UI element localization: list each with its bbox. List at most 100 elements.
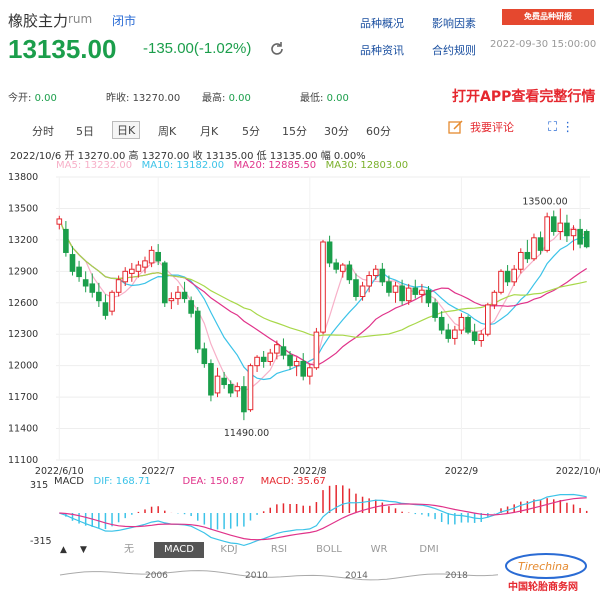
candle-body	[221, 377, 227, 386]
y-tick-label: 12000	[8, 361, 38, 372]
candle-body	[181, 291, 188, 300]
candle-body	[366, 275, 372, 287]
x-tick-label: 2022/10/6	[556, 466, 600, 477]
candle-body	[399, 285, 405, 302]
svg-text:Tirechina: Tirechina	[518, 560, 569, 573]
x-tick-label: 2022/9	[445, 466, 478, 477]
candle-body	[254, 356, 260, 367]
candle-body	[274, 344, 280, 354]
candle-body	[194, 310, 201, 350]
candle-body	[544, 216, 550, 251]
candle-body	[498, 270, 504, 293]
candle-body	[293, 360, 300, 367]
candle-body	[419, 289, 425, 295]
candle-body	[168, 298, 175, 302]
candle-body	[478, 333, 485, 342]
candle-body	[517, 251, 524, 270]
candle-body	[465, 316, 471, 333]
candle-body	[102, 302, 109, 316]
indicator-tabs: 无 MACD KDJ RSI BOLL WR DMI	[104, 542, 454, 558]
candle-body	[63, 228, 69, 253]
candle-body	[564, 222, 570, 237]
candle-body	[445, 329, 452, 339]
candle-body	[214, 375, 221, 394]
candle-body	[155, 251, 161, 262]
candle-body	[379, 268, 386, 283]
timeline-sparkline	[59, 569, 550, 581]
candle-body	[392, 285, 399, 293]
logo-text: 中国轮胎商务网	[508, 582, 578, 593]
candle-body	[452, 329, 458, 339]
y-tick-label: 12600	[8, 298, 38, 309]
candle-body	[82, 279, 89, 287]
candle-body	[148, 249, 155, 264]
candle-body	[485, 304, 491, 335]
candle-body	[524, 251, 531, 260]
macd-y-tick: 315	[30, 480, 48, 491]
candle-body	[577, 228, 583, 245]
macd-title: MACD	[54, 476, 84, 487]
candle-body	[412, 287, 419, 295]
candle-body	[188, 300, 194, 314]
site-logo: Tirechina 中国轮胎商务网	[498, 550, 596, 596]
y-tick-label: 13200	[8, 235, 38, 246]
macd-legend: MACD DIF: 168.71 DEA: 150.87 MACD: 35.67	[54, 476, 326, 487]
candle-body	[531, 237, 537, 260]
dea-label: DEA: 150.87	[182, 476, 245, 487]
candle-body	[109, 291, 115, 312]
candle-body	[372, 268, 379, 277]
ind-none[interactable]: 无	[104, 542, 154, 558]
kline-chart[interactable]: 13800 13500 13200 12900 12600 12300 12000 11700…	[0, 0, 600, 598]
candle-body	[227, 384, 234, 394]
candle-body	[320, 241, 326, 333]
max-price-label: 13500.00	[522, 196, 567, 207]
candle-body	[333, 262, 339, 270]
candle-body	[359, 285, 366, 297]
y-tick-label: 13800	[8, 172, 38, 183]
candle-body	[267, 352, 274, 362]
candle-body	[135, 264, 142, 272]
candle-body	[175, 291, 181, 300]
timeline-year: 2014	[345, 571, 368, 581]
y-tick-label: 11400	[8, 424, 38, 435]
timeline-year: 2006	[145, 571, 168, 581]
candle-body	[313, 331, 320, 369]
candle-body	[307, 367, 313, 377]
candle-body	[300, 360, 307, 377]
candle-body	[346, 264, 353, 281]
y-tick-label: 13500	[8, 203, 38, 214]
candle-body	[115, 279, 122, 293]
candle-body	[557, 222, 564, 233]
candle-body	[570, 228, 577, 237]
candle-body	[425, 289, 432, 304]
candle-body	[234, 386, 241, 392]
ind-rsi[interactable]: RSI	[254, 542, 304, 558]
ind-macd[interactable]: MACD	[154, 542, 204, 558]
candle-body	[287, 354, 293, 367]
candle-body	[161, 262, 168, 304]
candle-body	[208, 363, 214, 396]
candle-body	[550, 216, 557, 233]
ind-boll[interactable]: BOLL	[304, 542, 354, 558]
macd-y-tick: -315	[30, 536, 52, 547]
candle-body	[76, 266, 82, 278]
scroll-left-arrow-icon[interactable]: ▲	[60, 545, 67, 555]
candle-body	[260, 356, 267, 362]
ind-kdj[interactable]: KDJ	[204, 542, 254, 558]
candle-body	[583, 231, 590, 248]
ind-wr[interactable]: WR	[354, 542, 404, 558]
timeline-year: 2018	[445, 571, 468, 581]
min-price-label: 11490.00	[224, 428, 269, 439]
candle-body	[511, 268, 517, 283]
ind-dmi[interactable]: DMI	[404, 542, 454, 558]
candle-body	[280, 346, 287, 356]
candle-body	[471, 331, 478, 342]
scroll-right-arrow-icon[interactable]: ▼	[80, 545, 87, 555]
candle-body	[122, 270, 129, 283]
candle-body	[405, 287, 412, 302]
y-tick-label: 11700	[8, 392, 38, 403]
candle-body	[386, 281, 392, 293]
candle-body	[326, 241, 333, 264]
candle-body	[458, 316, 465, 331]
candle-body	[504, 270, 511, 283]
